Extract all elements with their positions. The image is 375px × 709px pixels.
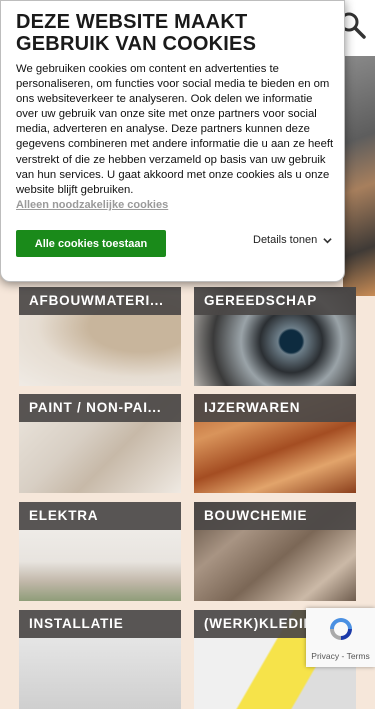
necessary-cookies-link[interactable]: Alleen noodzakelijke cookies xyxy=(16,199,168,211)
show-details-toggle[interactable]: Details tonen xyxy=(253,234,332,246)
category-tile-gereedschap[interactable]: GEREEDSCHAP xyxy=(194,287,356,386)
category-tile-paint[interactable]: PAINT / NON-PAI... xyxy=(19,394,181,493)
chevron-down-icon xyxy=(323,237,332,243)
category-label: ELEKTRA xyxy=(19,502,181,530)
category-label: BOUWCHEMIE xyxy=(194,502,356,530)
recaptcha-badge[interactable]: Privacy - Terms xyxy=(306,608,375,667)
hero-image xyxy=(343,56,375,296)
cookie-consent-dialog: DEZE WEBSITE MAAKT GEBRUIK VAN COOKIES W… xyxy=(0,0,345,282)
category-label: IJZERWAREN xyxy=(194,394,356,422)
accept-all-cookies-button[interactable]: Alle cookies toestaan xyxy=(16,230,166,257)
category-label: AFBOUWMATERI... xyxy=(19,287,181,315)
category-label: PAINT / NON-PAI... xyxy=(19,394,181,422)
recaptcha-terms[interactable]: Privacy - Terms xyxy=(306,651,375,661)
category-tile-installatie[interactable]: INSTALLATIE xyxy=(19,610,181,709)
recaptcha-icon xyxy=(330,618,352,640)
category-label: GEREEDSCHAP xyxy=(194,287,356,315)
category-tile-bouwchemie[interactable]: BOUWCHEMIE xyxy=(194,502,356,601)
category-tile-elektra[interactable]: ELEKTRA xyxy=(19,502,181,601)
cookie-dialog-body: We gebruiken cookies om content en adver… xyxy=(16,63,334,196)
cookie-dialog-title: DEZE WEBSITE MAAKT GEBRUIK VAN COOKIES xyxy=(16,11,257,55)
category-tile-ijzerwaren[interactable]: IJZERWAREN xyxy=(194,394,356,493)
category-label: INSTALLATIE xyxy=(19,610,181,638)
category-tile-afbouwmaterialen[interactable]: AFBOUWMATERI... xyxy=(19,287,181,386)
show-details-label: Details tonen xyxy=(253,234,318,246)
